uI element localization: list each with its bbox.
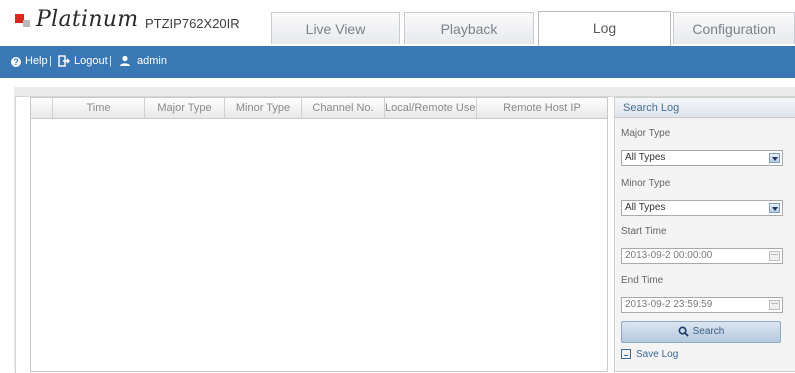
column-header-time[interactable]: Time — [53, 98, 145, 118]
logo-mark-grey — [23, 20, 30, 27]
column-header-minor-type[interactable]: Minor Type — [225, 98, 302, 118]
end-time-value: 2013-09-2 23:59:59 — [625, 299, 713, 310]
save-log-button[interactable]: Save Log — [621, 349, 678, 360]
toolbar-separator: | — [109, 55, 112, 67]
end-time-label: End Time — [621, 275, 664, 286]
dropdown-arrow-icon[interactable] — [769, 153, 780, 163]
column-header-remote-host-ip[interactable]: Remote Host IP — [477, 98, 607, 118]
tab-playback[interactable]: Playback — [404, 12, 534, 44]
column-header-major-type[interactable]: Major Type — [145, 98, 225, 118]
help-link[interactable]: Help — [25, 55, 48, 67]
end-time-input[interactable]: 2013-09-2 23:59:59 — [621, 297, 783, 313]
minor-type-label: Minor Type — [621, 178, 671, 189]
search-button[interactable]: Search — [621, 321, 781, 343]
logout-link[interactable]: Logout — [74, 55, 108, 67]
toolbar-separator: | — [49, 55, 52, 67]
question-circle-icon[interactable]: ? — [11, 57, 21, 67]
brand-logo-text: Platinum — [36, 7, 139, 32]
top-header: Platinum PTZIP762X20IR Live View Playbac… — [0, 0, 795, 46]
start-time-label: Start Time — [621, 226, 667, 237]
username-label: admin — [137, 55, 167, 67]
tab-live-view[interactable]: Live View — [271, 12, 400, 44]
start-time-input[interactable]: 2013-09-2 00:00:00 — [621, 248, 783, 264]
user-icon — [120, 55, 130, 66]
tab-configuration[interactable]: Configuration — [673, 12, 795, 44]
major-type-value: All Types — [625, 152, 666, 163]
logout-icon[interactable] — [58, 55, 70, 67]
search-log-panel: Search Log Major Type All Types Minor Ty… — [614, 97, 795, 372]
tab-log[interactable]: Log — [538, 11, 671, 46]
column-header-select[interactable] — [31, 98, 53, 118]
minor-type-select[interactable]: All Types — [621, 200, 783, 216]
log-table: Time Major Type Minor Type Channel No. L… — [30, 97, 608, 372]
start-time-value: 2013-09-2 00:00:00 — [625, 250, 713, 261]
search-icon — [678, 326, 689, 337]
log-table-header: Time Major Type Minor Type Channel No. L… — [31, 98, 607, 119]
major-type-select[interactable]: All Types — [621, 150, 783, 166]
dropdown-arrow-icon[interactable] — [769, 203, 780, 213]
major-type-label: Major Type — [621, 128, 671, 139]
minor-type-value: All Types — [625, 202, 666, 213]
save-icon — [621, 349, 631, 359]
calendar-icon[interactable] — [769, 251, 780, 261]
calendar-icon[interactable] — [769, 300, 780, 310]
user-toolbar: ? Help | Logout | admin — [0, 46, 795, 78]
column-header-user[interactable]: Local/Remote User — [385, 98, 477, 118]
device-model: PTZIP762X20IR — [145, 16, 240, 31]
search-log-title: Search Log — [615, 98, 795, 118]
search-button-label: Search — [692, 326, 725, 337]
save-log-label: Save Log — [636, 349, 679, 360]
column-header-channel-no[interactable]: Channel No. — [302, 98, 385, 118]
